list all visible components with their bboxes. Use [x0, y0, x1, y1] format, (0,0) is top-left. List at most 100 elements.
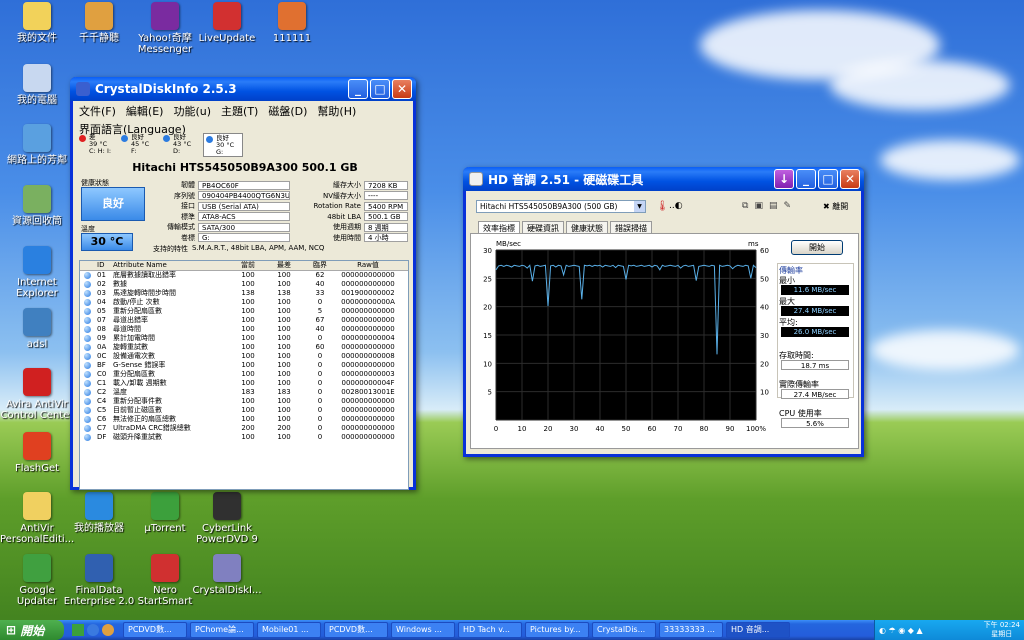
maximize-button[interactable]: □ [370, 79, 390, 99]
table-row[interactable]: 05 重新分配扇區數 100 100 5 000000000000 [80, 307, 408, 316]
table-row[interactable]: 07 尋道出錯率 100 100 67 000000000000 [80, 316, 408, 325]
start-button[interactable]: 開始 [791, 240, 843, 255]
menu-function[interactable]: 功能(u) [173, 103, 211, 119]
table-row[interactable]: 08 尋道時間 100 100 40 000000000000 [80, 325, 408, 334]
table-row[interactable]: 0C 設備通電次數 100 100 0 000000000008 [80, 352, 408, 361]
table-row[interactable]: DF 磁頭升降重試數 100 100 0 000000000000 [80, 433, 408, 442]
taskbar-button[interactable]: Windows ... [391, 622, 455, 638]
desktop-icon[interactable]: Avira AntiVir Control Center [0, 368, 74, 421]
drive-tab[interactable]: 良好 43 °C D: [161, 133, 201, 157]
chevron-down-icon[interactable]: ▼ [634, 201, 645, 212]
desktop-icon[interactable]: adsl [0, 308, 74, 350]
table-row[interactable]: 04 啟動/停止 次數 100 100 0 00000000000A [80, 298, 408, 307]
title-bar[interactable]: HD 音調 2.51 - 硬磁碟工具 ↓ _ □ ✕ [463, 167, 864, 191]
x-tick-label: 90 [726, 425, 735, 433]
table-cell: 重新分配扇區數 [113, 307, 162, 315]
table-cell: 100 [277, 316, 291, 324]
app-icon [213, 492, 241, 520]
desktop-icon[interactable]: 資源回收筒 [0, 185, 74, 227]
options-icon[interactable]: ✎ [783, 201, 791, 211]
hdtune-window[interactable]: HD 音調 2.51 - 硬磁碟工具 ↓ _ □ ✕ Hitachi HTS54… [463, 167, 864, 457]
table-row[interactable]: BF G-Sense 錯誤率 100 100 0 000000000000 [80, 361, 408, 370]
table-row[interactable]: C4 重新分配事件數 100 100 0 000000000000 [80, 397, 408, 406]
minimize-button[interactable]: _ [796, 169, 816, 189]
table-row[interactable]: 03 馬達旋轉時間步時間 138 138 33 001900000002 [80, 289, 408, 298]
taskbar-button[interactable]: PChome論... [190, 622, 254, 638]
table-cell: 0 [317, 406, 323, 414]
desktop-icon[interactable]: 千千静聽 [62, 2, 136, 44]
desktop-icon[interactable]: 111111 [255, 2, 329, 44]
table-row[interactable]: C6 無法修正的扇區總數 100 100 0 000000000000 [80, 415, 408, 424]
system-tray: ◐ ☂ ◉ ◆ ▲ 下午 02:24 星期日 [874, 620, 1024, 640]
burst-rate-value: 27.4 MB/sec [781, 389, 849, 399]
desktop-icon[interactable]: 網路上的芳鄰 [0, 124, 74, 166]
taskbar-button[interactable]: Pictures by... [525, 622, 589, 638]
col-current[interactable]: 當前 [230, 261, 266, 270]
desktop-icon[interactable]: 我的播放器 [62, 492, 136, 534]
table-cell: 000000000000 [341, 433, 395, 441]
maximize-button[interactable]: □ [818, 169, 838, 189]
table-row[interactable]: C0 重分配扇區數 100 100 0 000000000003 [80, 370, 408, 379]
table-row[interactable]: 09 累計加電時間 100 100 0 000000000004 [80, 334, 408, 343]
taskbar-button[interactable]: PCDVD數... [324, 622, 388, 638]
menu-disk[interactable]: 磁盤(D) [268, 103, 307, 119]
menu-edit[interactable]: 編輯(E) [126, 103, 164, 119]
drive-select[interactable]: Hitachi HTS545050B9A300 (500 GB) ▼ [476, 200, 646, 213]
desktop-icon[interactable]: 我的電腦 [0, 64, 74, 106]
crystaldiskinfo-window[interactable]: CrystalDiskInfo 2.5.3 _ □ ✕ 文件(F) 編輯(E) … [70, 77, 416, 490]
menu-theme[interactable]: 主題(T) [221, 103, 258, 119]
taskbar-button[interactable]: HD Tach v... [458, 622, 522, 638]
taskbar-button[interactable]: HD 音調... [726, 622, 790, 638]
cloud [830, 60, 1010, 110]
table-cell: 02 [97, 280, 106, 288]
clock[interactable]: 下午 02:24 星期日 [984, 621, 1020, 639]
taskbar-button[interactable]: PCDVD數... [123, 622, 187, 638]
taskbar-button[interactable]: CrystalDis... [592, 622, 656, 638]
table-row[interactable]: C7 UltraDMA CRC錯誤總數 200 200 0 000000000000 [80, 424, 408, 433]
menu-help[interactable]: 幫助(H) [317, 103, 356, 119]
col-threshold[interactable]: 臨界 [302, 261, 338, 270]
status-dot-icon [84, 398, 91, 405]
download-icon[interactable]: ↓ [774, 169, 794, 189]
col-worst[interactable]: 最差 [266, 261, 302, 270]
title-bar[interactable]: CrystalDiskInfo 2.5.3 _ □ ✕ [70, 77, 416, 101]
exit-button[interactable]: ✖ 離開 [823, 201, 848, 212]
save-icon[interactable]: ▣ [754, 201, 763, 211]
close-button[interactable]: ✕ [840, 169, 860, 189]
desktop-icon[interactable]: Internet Explorer [0, 246, 74, 299]
ie-icon[interactable] [87, 624, 99, 636]
col-id[interactable]: ID [97, 261, 113, 270]
desktop-icon-label: 千千静聽 [79, 33, 119, 44]
desktop-icon[interactable]: FinalData Enterprise 2.0 [62, 554, 136, 607]
desktop-icon[interactable]: CrystalDiskI... [190, 554, 264, 596]
desktop-icon[interactable]: FlashGet [0, 432, 74, 474]
table-row[interactable]: 01 底層數據讀取出錯率 100 100 62 000000000000 [80, 271, 408, 280]
table-row[interactable]: C2 溫度 183 183 0 00280013001E [80, 388, 408, 397]
drive-tab[interactable]: 差 39 °C C: H: I: [77, 133, 117, 157]
table-row[interactable]: C1 載入/卸載 週期數 100 100 0 00000000004F [80, 379, 408, 388]
utorrent-icon[interactable] [72, 624, 84, 636]
minimize-button[interactable]: _ [348, 79, 368, 99]
disk-icon[interactable]: ▤ [769, 201, 778, 211]
table-cell: 尋道出錯率 [113, 316, 148, 324]
close-button[interactable]: ✕ [392, 79, 412, 99]
drive-tab[interactable]: 良好 45 °C F: [119, 133, 159, 157]
desktop-icon-label: CrystalDiskI... [192, 585, 262, 596]
taskbar-button[interactable]: Mobile01 ... [257, 622, 321, 638]
player-icon[interactable] [102, 624, 114, 636]
copy-icon[interactable]: ⧉ [742, 201, 748, 211]
start-button[interactable]: ⊞ 開始 [0, 620, 64, 640]
col-attribute[interactable]: Attribute Name [113, 261, 230, 270]
desktop-icon[interactable]: LiveUpdate [190, 2, 264, 44]
status-dot-icon [84, 371, 91, 378]
taskbar-button[interactable]: 33333333 ... [659, 622, 723, 638]
col-raw[interactable]: Raw值 [338, 261, 398, 270]
menu-file[interactable]: 文件(F) [79, 103, 116, 119]
table-row[interactable]: 02 數據 100 100 40 000000000000 [80, 280, 408, 289]
desktop-icon[interactable]: CyberLink PowerDVD 9 [190, 492, 264, 545]
smart-table[interactable]: ID Attribute Name 當前 最差 臨界 Raw值 01 底層數據讀取… [79, 260, 409, 490]
table-row[interactable]: C5 目前暫止磁區數 100 100 0 000000000000 [80, 406, 408, 415]
drive-tab[interactable]: 良好 30 °C G: [203, 133, 243, 157]
table-cell: 0 [317, 388, 323, 396]
table-row[interactable]: 0A 旋轉重試數 100 100 60 000000000000 [80, 343, 408, 352]
